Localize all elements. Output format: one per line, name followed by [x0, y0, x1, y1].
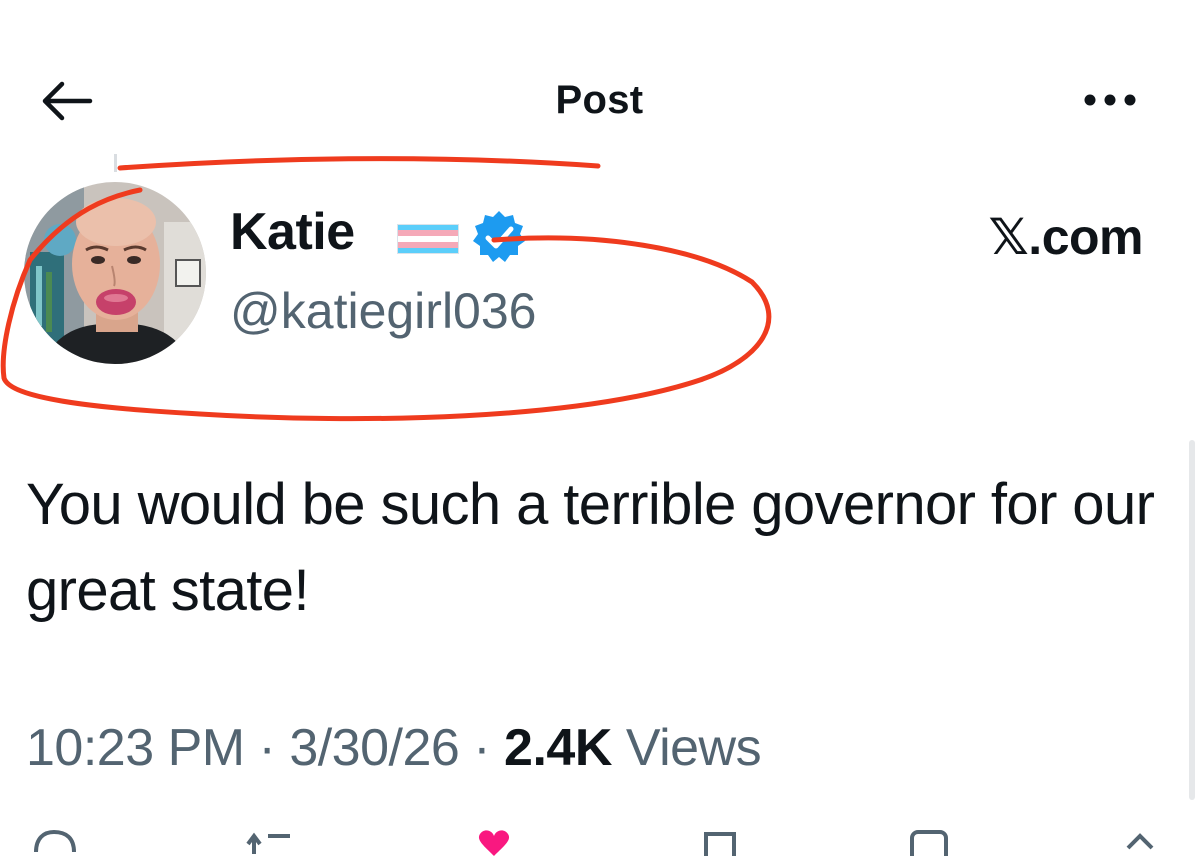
reply-icon[interactable] — [30, 826, 80, 856]
views-count[interactable]: 2.4K — [504, 719, 612, 777]
user-handle[interactable]: @katiegirl036 — [230, 282, 536, 340]
thread-connector-line — [114, 154, 117, 172]
scrollbar[interactable] — [1189, 440, 1195, 800]
more-options-button[interactable] — [1080, 80, 1140, 120]
post-metadata: 10:23 PM · 3/30/26 · 2.4K Views — [26, 718, 762, 778]
avatar[interactable] — [24, 182, 206, 364]
like-icon[interactable] — [464, 826, 524, 856]
page-title: Post — [555, 78, 644, 122]
more-horizontal-icon — [1084, 94, 1136, 106]
post-text: You would be such a terrible governor fo… — [26, 472, 1155, 623]
views-label[interactable]: Views — [626, 719, 762, 777]
meta-separator: · — [473, 719, 491, 777]
top-app-bar: Post — [0, 60, 1199, 140]
bookmark-icon[interactable] — [690, 826, 750, 856]
site-watermark: 𝕏.com — [988, 209, 1144, 265]
post-time[interactable]: 10:23 PM — [26, 719, 245, 777]
profile-photo — [24, 182, 206, 364]
post-date[interactable]: 3/30/26 — [289, 719, 460, 777]
share-icon[interactable] — [900, 826, 960, 856]
verified-badge-icon — [473, 211, 525, 262]
upload-icon[interactable] — [1120, 826, 1160, 856]
action-bar — [0, 826, 1199, 856]
meta-separator: · — [258, 719, 276, 777]
transgender-flag-icon — [397, 224, 459, 254]
display-name[interactable]: Katie — [230, 202, 355, 262]
repost-icon[interactable] — [244, 826, 304, 856]
